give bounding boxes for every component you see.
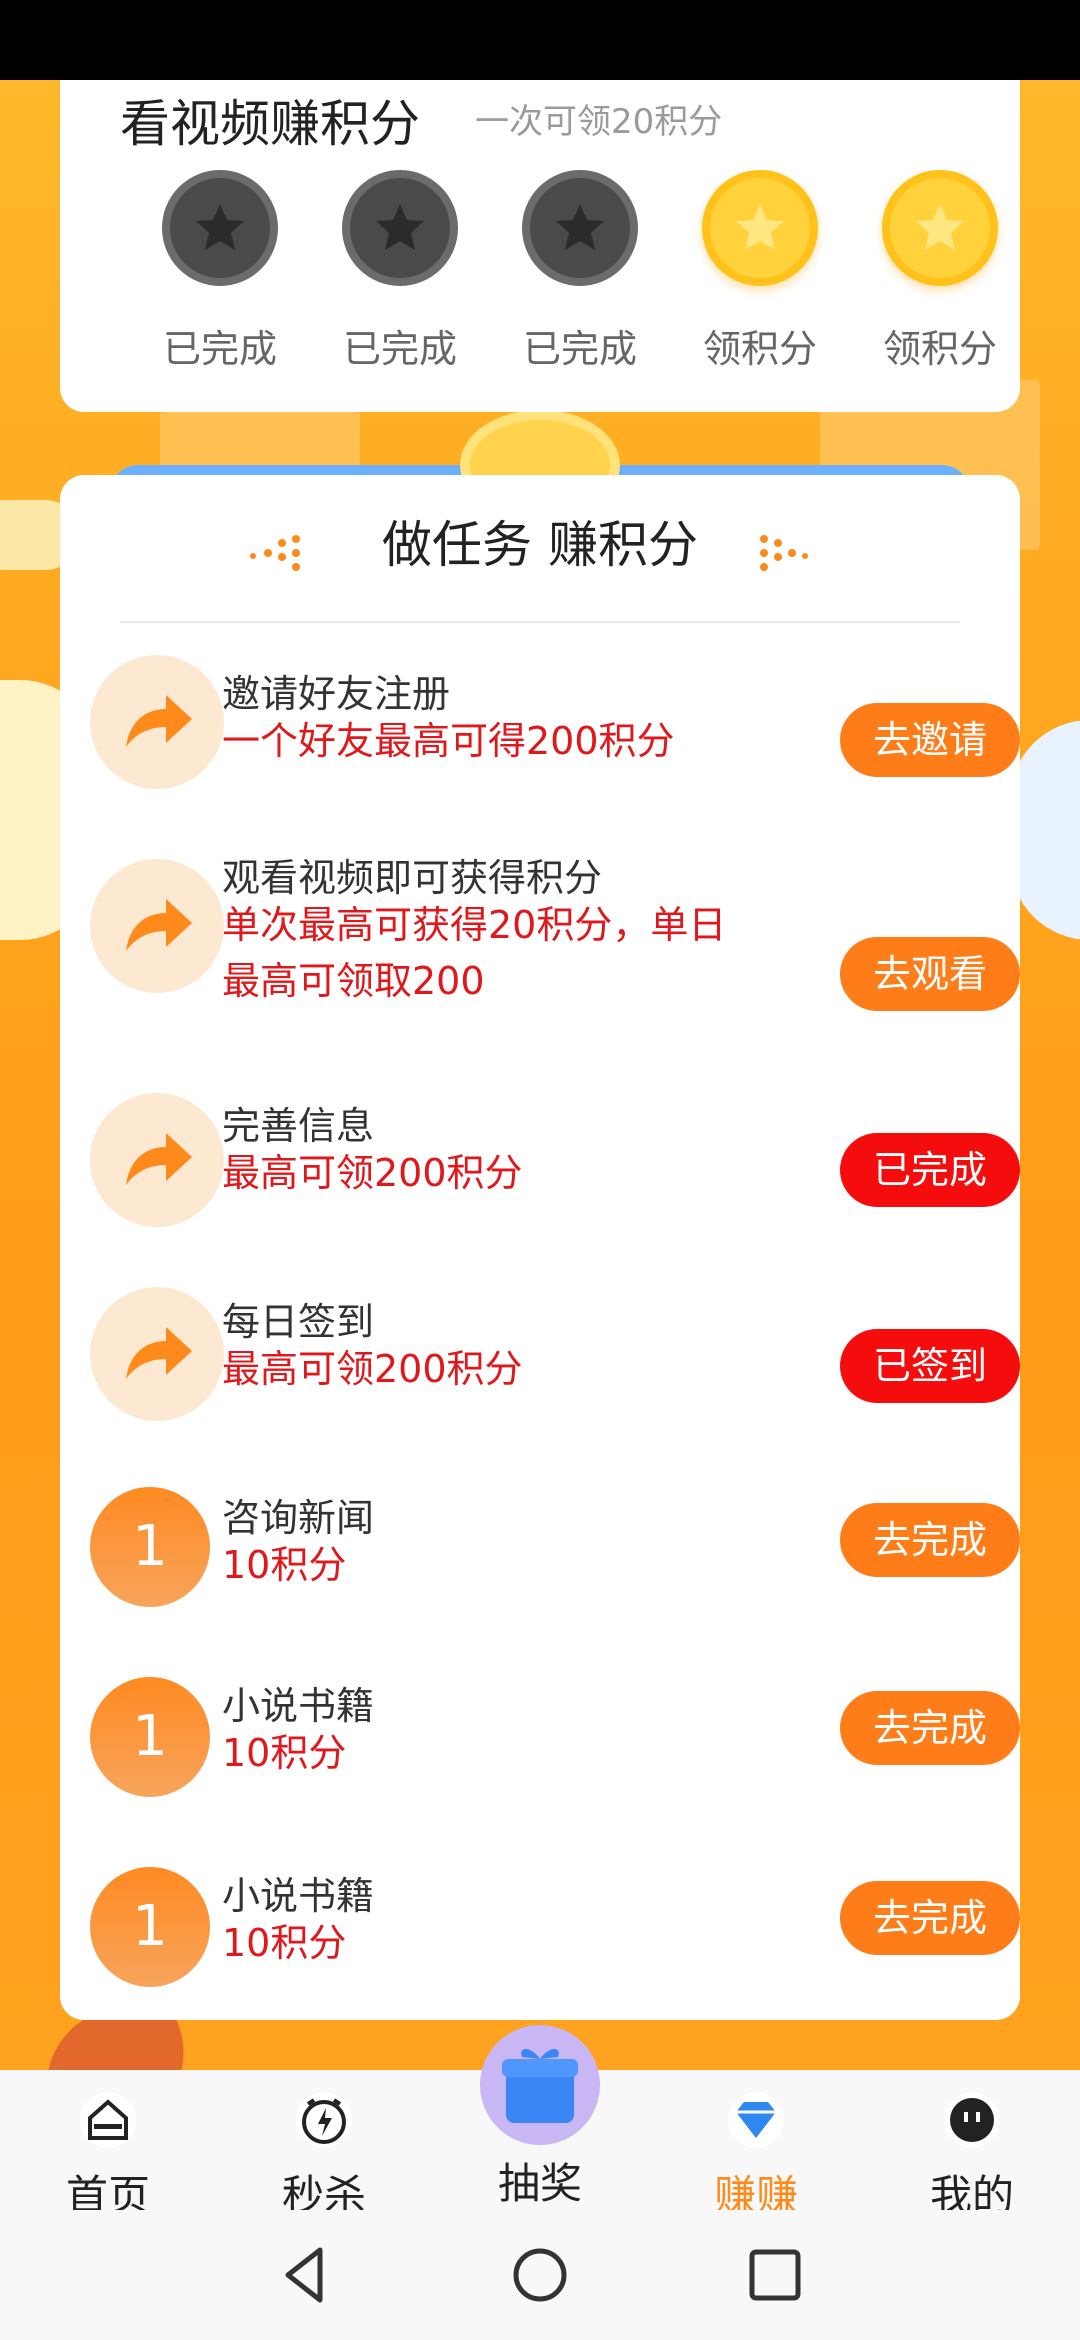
status-bar <box>0 0 1080 80</box>
task-name: 小说书籍 <box>222 1874 375 1918</box>
diamond-icon <box>728 2092 784 2148</box>
number-badge-icon: 1 <box>90 1867 210 1987</box>
task-desc: 10积分 <box>222 1921 347 1965</box>
task-name: 小说书籍 <box>222 1684 375 1728</box>
task-row: 1 小说书籍 10积分 去完成 <box>90 1675 1020 1805</box>
task-desc: 10积分 <box>222 1731 347 1775</box>
task-row: 1 咨询新闻 10积分 去完成 <box>90 1487 1020 1617</box>
share-arrow-icon <box>90 1287 224 1421</box>
star-coin-icon <box>882 170 998 286</box>
dots-decoration-icon <box>250 535 320 575</box>
share-arrow-icon <box>90 859 224 993</box>
star-coin-icon <box>342 170 458 286</box>
video-card-title: 看视频赚积分 <box>120 95 420 153</box>
share-arrow-icon <box>90 1093 224 1227</box>
coin-item-done[interactable]: 已完成 <box>330 170 470 370</box>
number-badge-icon: 1 <box>90 1677 210 1797</box>
flash-clock-icon <box>296 2092 352 2148</box>
video-card-subtitle: 一次可领20积分 <box>475 102 723 142</box>
coin-row: 已完成 已完成 已完成 领积分 领积分 <box>150 170 1020 370</box>
task-name: 观看视频即可获得积分 <box>222 856 603 900</box>
task-row: 每日签到 最高可领200积分 已签到 <box>90 1287 1020 1437</box>
coin-item-done[interactable]: 已完成 <box>510 170 650 370</box>
number-badge-icon: 1 <box>90 1487 210 1607</box>
tasks-card: 做任务 赚积分 邀请好友注册 一个好友最高可得200积分 去邀请 观看视频即可获… <box>60 475 1020 2020</box>
watch-video-card: 看视频赚积分 一次可领20积分 已完成 已完成 已完成 领积分 领积分 <box>60 80 1020 412</box>
home-circle-icon[interactable] <box>505 2240 575 2310</box>
coin-label: 已完成 <box>342 327 457 370</box>
complete-button[interactable]: 去完成 <box>840 1881 1020 1955</box>
tasks-title: 做任务 赚积分 <box>382 516 698 574</box>
task-desc: 单次最高可获得20积分，单日最高可领取200 <box>222 903 727 1003</box>
task-row: 1 小说书籍 10积分 去完成 <box>90 1865 1020 1995</box>
share-arrow-icon <box>90 655 224 789</box>
task-row: 观看视频即可获得积分 单次最高可获得20积分，单日最高可领取200 去观看 <box>90 847 1020 1017</box>
tasks-header: 做任务 赚积分 <box>60 505 1020 595</box>
invite-button[interactable]: 去邀请 <box>840 703 1020 777</box>
recents-square-icon[interactable] <box>740 2240 810 2310</box>
nav-item-mine[interactable]: 我的 <box>902 2080 1042 2220</box>
task-name: 每日签到 <box>222 1300 375 1344</box>
task-row: 完善信息 最高可领200积分 已完成 <box>90 1093 1020 1243</box>
divider <box>120 621 960 623</box>
coin-item-claim[interactable]: 领积分 <box>870 170 1010 370</box>
coin-label: 领积分 <box>702 327 817 370</box>
nav-label-lottery: 抽奖 <box>497 2159 582 2208</box>
task-name: 完善信息 <box>222 1104 375 1148</box>
coin-label: 已完成 <box>162 327 277 370</box>
dots-decoration-icon <box>760 535 830 575</box>
nav-item-earn[interactable]: 赚赚 <box>686 2080 826 2220</box>
nav-item-home[interactable]: 首页 <box>38 2080 178 2220</box>
complete-button[interactable]: 去完成 <box>840 1691 1020 1765</box>
task-name: 咨询新闻 <box>222 1496 375 1540</box>
task-name: 邀请好友注册 <box>222 672 451 716</box>
coin-item-claim[interactable]: 领积分 <box>690 170 830 370</box>
task-desc: 最高可领200积分 <box>222 1347 523 1391</box>
signed-in-button[interactable]: 已签到 <box>840 1329 1020 1403</box>
gift-icon <box>502 2049 578 2123</box>
nav-item-flash-sale[interactable]: 秒杀 <box>254 2080 394 2220</box>
task-desc: 一个好友最高可得200积分 <box>222 719 675 763</box>
home-icon <box>80 2092 136 2148</box>
star-coin-icon <box>522 170 638 286</box>
coin-item-done[interactable]: 已完成 <box>150 170 290 370</box>
system-nav-bar <box>0 2210 1080 2340</box>
coin-label: 领积分 <box>882 327 997 370</box>
complete-button[interactable]: 去完成 <box>840 1503 1020 1577</box>
star-coin-icon <box>162 170 278 286</box>
task-row: 邀请好友注册 一个好友最高可得200积分 去邀请 <box>90 655 1020 805</box>
task-desc: 10积分 <box>222 1543 347 1587</box>
nav-item-lottery[interactable] <box>480 2025 600 2145</box>
back-triangle-icon[interactable] <box>270 2240 340 2310</box>
watch-button[interactable]: 去观看 <box>840 937 1020 1011</box>
star-coin-icon <box>702 170 818 286</box>
profile-face-icon <box>944 2092 1000 2148</box>
coin-label: 已完成 <box>522 327 637 370</box>
task-desc: 最高可领200积分 <box>222 1151 523 1195</box>
completed-button[interactable]: 已完成 <box>840 1133 1020 1207</box>
